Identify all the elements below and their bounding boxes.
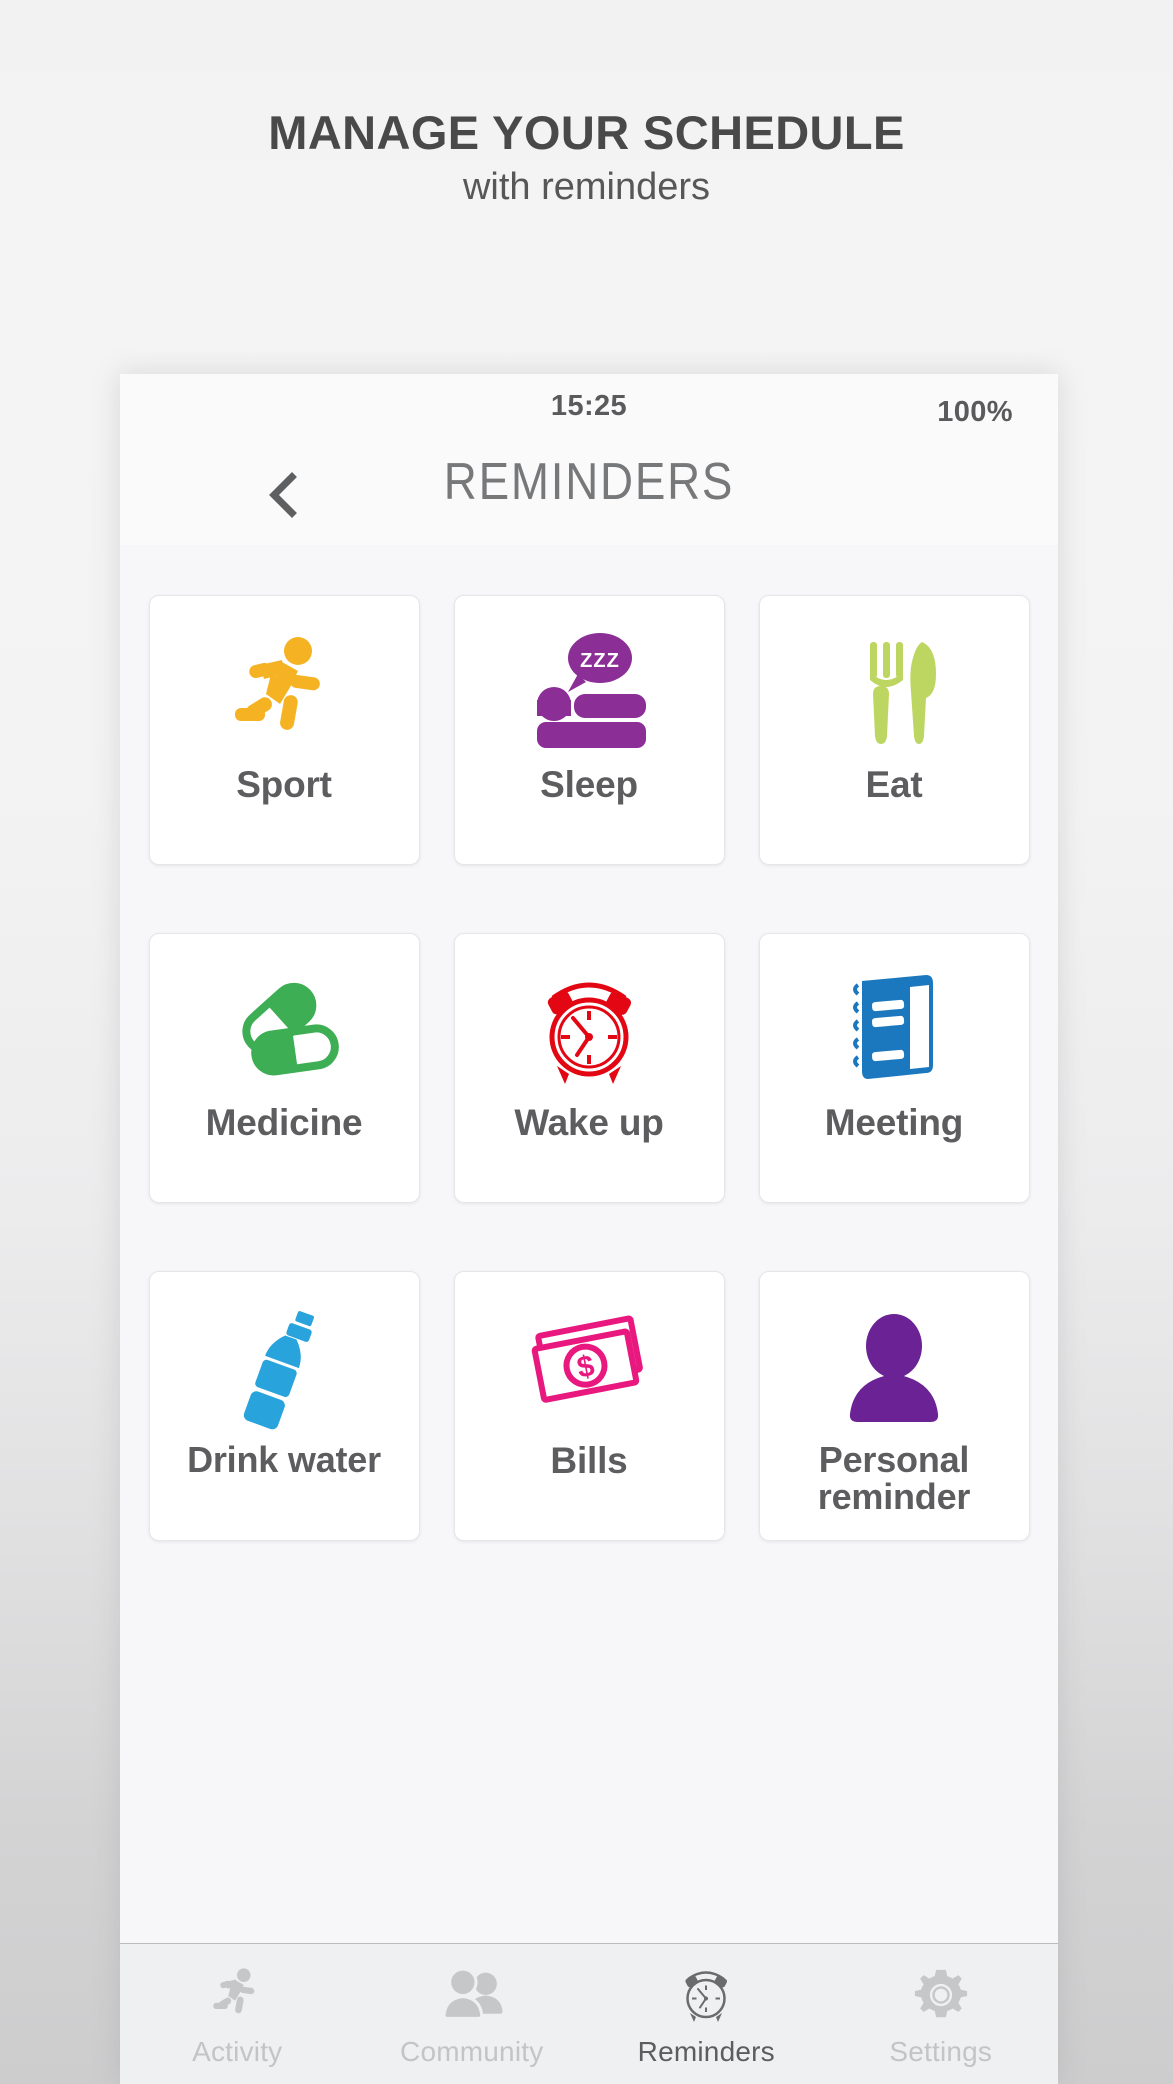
reminder-tile-sport[interactable]: Sport — [148, 595, 420, 865]
person-icon — [834, 1300, 954, 1436]
phone-mockup: 15:25 100% REMINDERS Sport ZZZ Sleep Eat… — [120, 374, 1058, 2084]
tab-label: Settings — [889, 2036, 993, 2067]
reminder-tile-label: Sleep — [540, 764, 638, 805]
notebook-icon — [834, 962, 954, 1098]
reminder-tile-bills[interactable]: $ Bills — [453, 1271, 725, 1541]
reminder-tile-drink-water[interactable]: Drink water — [148, 1271, 420, 1541]
page-title: REMINDERS — [443, 453, 735, 511]
reminder-tile-eat[interactable]: Eat — [758, 595, 1030, 865]
reminder-tile-label: Drink water — [187, 1439, 381, 1480]
pills-icon — [219, 962, 349, 1098]
reminder-tile-label: Personal reminder — [817, 1439, 971, 1517]
reminder-tile-label: Wake up — [514, 1102, 664, 1143]
reminder-tile-sleep[interactable]: ZZZ Sleep — [453, 595, 725, 865]
status-bar: 15:25 100% — [120, 374, 1058, 440]
reminder-tile-label: Bills — [550, 1440, 628, 1481]
tab-settings[interactable]: Settings — [824, 1944, 1059, 2084]
people-icon — [439, 1964, 505, 2026]
gear-icon — [912, 1964, 970, 2026]
promo-heading: MANAGE YOUR SCHEDULE with reminders — [0, 108, 1173, 209]
reminder-tile-label: Medicine — [205, 1102, 363, 1143]
status-battery: 100% — [937, 396, 1013, 428]
alarm-clock-icon — [676, 1964, 736, 2026]
tab-reminders[interactable]: Reminders — [589, 1944, 824, 2084]
reminder-tile-label: Meeting — [824, 1102, 964, 1143]
reminder-tile-wake-up[interactable]: Wake up — [453, 933, 725, 1203]
reminder-tile-meeting[interactable]: Meeting — [758, 933, 1030, 1203]
tab-activity[interactable]: Activity — [120, 1944, 355, 2084]
fork-knife-icon — [834, 624, 954, 760]
running-person-icon — [224, 624, 344, 760]
reminders-grid-area: Sport ZZZ Sleep Eat Medicine Wake up Mee… — [120, 545, 1058, 1943]
alarm-clock-icon — [529, 962, 649, 1098]
reminders-grid: Sport ZZZ Sleep Eat Medicine Wake up Mee… — [120, 515, 1058, 1541]
running-person-icon — [208, 1964, 266, 2026]
app-header: REMINDERS — [120, 440, 1058, 545]
promo-subtitle: with reminders — [462, 165, 711, 208]
svg-text:ZZZ: ZZZ — [580, 650, 620, 672]
bottom-tab-bar: Activity Community Reminders Settings — [120, 1943, 1058, 2084]
reminder-tile-label: Sport — [236, 764, 332, 805]
banknotes-icon: $ — [519, 1300, 659, 1436]
status-time: 15:25 — [550, 390, 628, 422]
reminder-tile-personal-reminder[interactable]: Personal reminder — [758, 1271, 1030, 1541]
tab-community[interactable]: Community — [355, 1944, 590, 2084]
tab-label: Reminders — [637, 2036, 775, 2067]
promo-title: MANAGE YOUR SCHEDULE — [268, 106, 905, 159]
bed-zzz-icon: ZZZ — [524, 624, 654, 760]
reminder-tile-medicine[interactable]: Medicine — [148, 933, 420, 1203]
tab-label: Activity — [192, 2036, 283, 2067]
reminder-tile-label: Eat — [865, 764, 923, 805]
tab-label: Community — [400, 2036, 544, 2067]
water-bottle-icon — [224, 1300, 344, 1436]
